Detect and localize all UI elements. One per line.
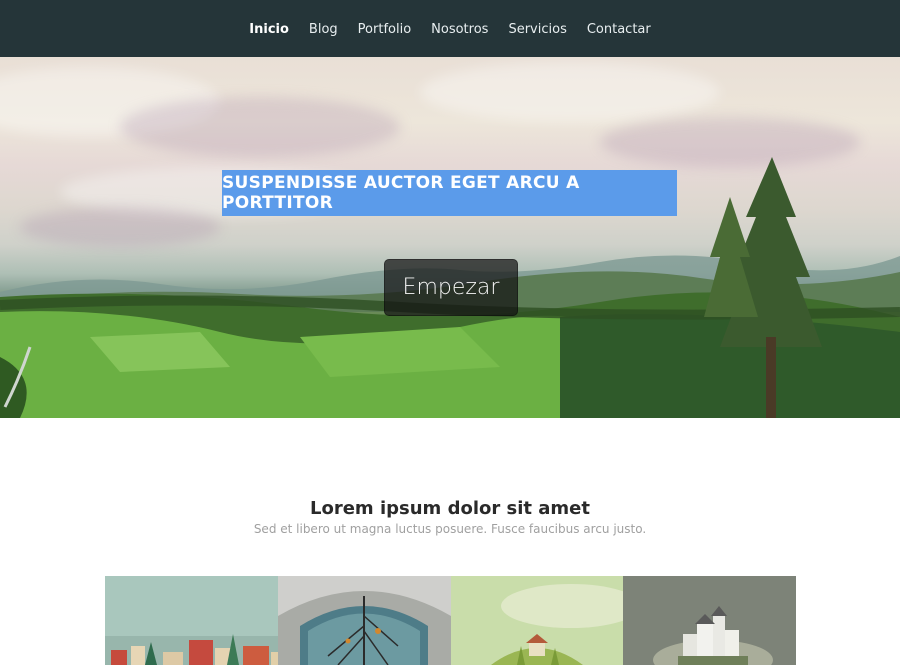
nav-menu: Inicio Blog Portfolio Nosotros Servicios… bbox=[239, 20, 660, 38]
floating-castle-image[interactable] bbox=[623, 576, 796, 665]
get-started-button[interactable]: Empezar bbox=[384, 259, 518, 316]
nav-item-inicio[interactable]: Inicio bbox=[239, 22, 299, 37]
nav-item-contactar[interactable]: Contactar bbox=[577, 22, 661, 37]
hero-banner: SUSPENDISSE AUCTOR EGET ARCU A PORTTITOR… bbox=[0, 57, 900, 418]
nav-item-portfolio[interactable]: Portfolio bbox=[348, 22, 421, 37]
house-on-hill-image[interactable] bbox=[450, 576, 624, 665]
top-navbar: Inicio Blog Portfolio Nosotros Servicios… bbox=[0, 0, 900, 57]
hero-title: SUSPENDISSE AUCTOR EGET ARCU A PORTTITOR bbox=[222, 173, 580, 213]
tall-tree-image bbox=[704, 157, 822, 418]
portfolio-gallery bbox=[105, 576, 796, 665]
tree-in-arch-image[interactable] bbox=[277, 576, 451, 665]
section-subtitle: Sed et libero ut magna luctus posuere. F… bbox=[253, 522, 647, 536]
nav-item-servicios[interactable]: Servicios bbox=[498, 22, 576, 37]
cloud-shape bbox=[420, 62, 720, 122]
colorful-town-image[interactable] bbox=[105, 576, 278, 665]
cloud-shape bbox=[20, 207, 220, 247]
section-title: Lorem ipsum dolor sit amet bbox=[310, 498, 590, 519]
nav-item-nosotros[interactable]: Nosotros bbox=[421, 22, 498, 37]
hero-title-box: SUSPENDISSE AUCTOR EGET ARCU A PORTTITOR bbox=[222, 170, 677, 216]
cloud-shape bbox=[120, 97, 400, 157]
nav-item-blog[interactable]: Blog bbox=[299, 22, 348, 37]
